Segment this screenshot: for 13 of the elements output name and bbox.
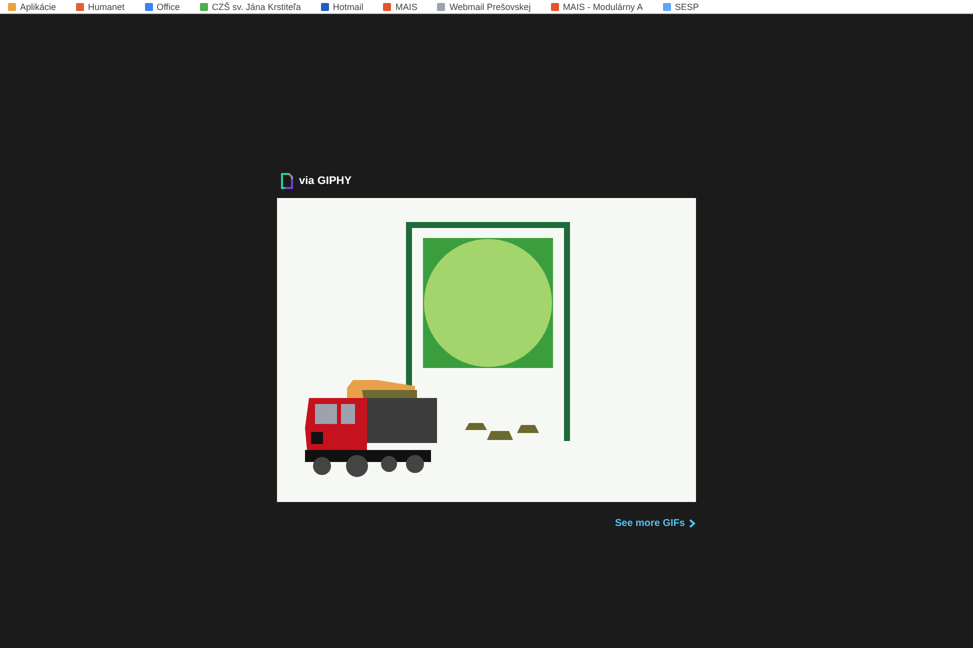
giphy-logo-icon (281, 173, 293, 190)
bookmark-link[interactable]: Office (156, 2, 180, 12)
see-more-link[interactable]: See more GIFs (614, 516, 685, 530)
bookmark-link[interactable]: CZŠ sv. Jána Krstiteľa (212, 2, 301, 12)
bookmark-link[interactable]: Humanet (88, 2, 125, 12)
bookmark-link[interactable]: MAIS - Modulárny A (562, 2, 643, 12)
bookmark-link[interactable]: Webmail Prešovskej (449, 2, 531, 12)
attribution-text: via GIPHY (299, 174, 352, 189)
bookmark-link[interactable]: MAIS (395, 2, 418, 12)
bookmark-link[interactable]: Aplikácie (20, 2, 56, 12)
chevron-right-icon (689, 518, 696, 528)
bookmark-link[interactable]: Hotmail (332, 2, 364, 12)
bookmark-link[interactable]: SESP (674, 2, 699, 12)
